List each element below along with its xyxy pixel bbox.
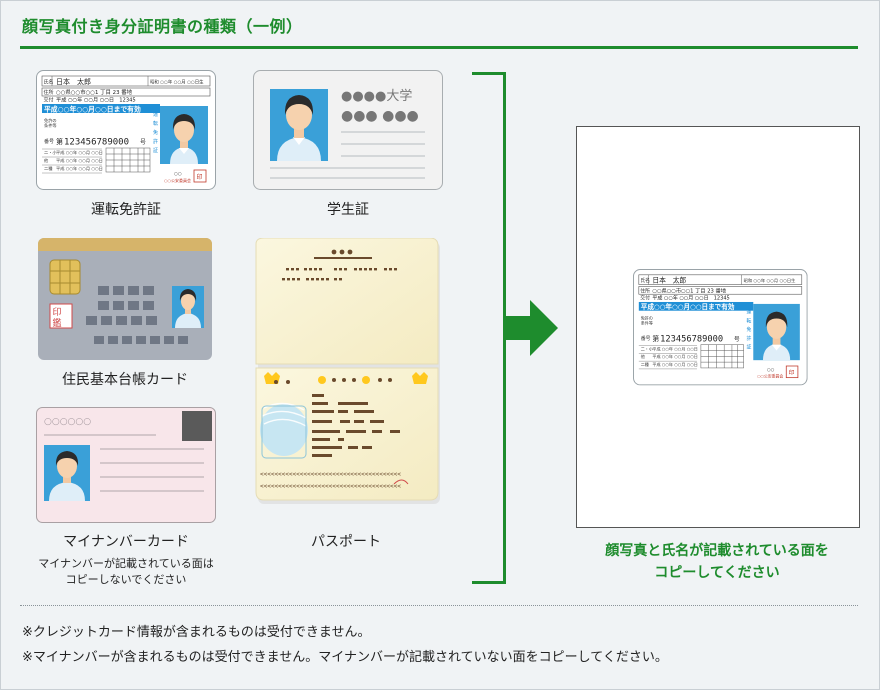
passport-label: パスポート — [311, 534, 381, 550]
student-univ: ●●●●大学 — [341, 88, 412, 104]
license-seal: 印 — [197, 174, 203, 181]
license-issuer: ○○公安委員会 — [164, 177, 191, 183]
mynumber-circles: ○○○○○○ — [44, 417, 91, 427]
juki-card-label: 住民基本台帳カード — [62, 372, 188, 388]
svg-text:証: 証 — [746, 344, 751, 351]
passport-mrz-1: <<<<<<<<<<<<<<<<<<<<<<<<<<<<<<<<<<<<<<< — [260, 471, 401, 478]
juki-seal: 印 — [53, 306, 62, 318]
sample-license-card: 氏名 日本 太郎 昭和 ○○年 ○○月 ○○日生 住所 ○○県○○市○○1 丁目… — [633, 269, 808, 386]
svg-text:平成 ○○年 ○○月 ○○日: 平成 ○○年 ○○月 ○○日 — [56, 157, 103, 164]
mynumber-card-label: マイナンバーカード — [63, 534, 189, 550]
student-id-label: 学生証 — [327, 202, 369, 218]
svg-text:二種: 二種 — [44, 165, 53, 172]
svg-text:平成 ○○年 ○○月 ○○日: 平成 ○○年 ○○月 ○○日 — [652, 353, 697, 359]
svg-text:運: 運 — [153, 112, 158, 118]
svg-text:平成 ○○年 ○○月 ○○日: 平成 ○○年 ○○月 ○○日 — [56, 149, 103, 156]
license-name-tag: 氏名 — [640, 277, 650, 284]
license-expiry: 平成○○年○○月○○日まで有効 — [641, 302, 735, 311]
selection-bracket — [472, 72, 506, 584]
svg-text:二・小: 二・小 — [641, 345, 653, 351]
license-address: ○○県○○市○○1 丁目 23 番地 — [652, 286, 726, 294]
mynumber-card: ○○○○○○ — [36, 407, 216, 523]
svg-text:番号: 番号 — [44, 138, 54, 145]
svg-text:平成 ○○年 ○○月 ○○日: 平成 ○○年 ○○月 ○○日 — [652, 345, 697, 351]
svg-text:許: 許 — [153, 138, 158, 145]
drivers-license-card: 氏名 日本 太郎 昭和 ○○年 ○○月 ○○日生 住所 ○○県○○市○○1 丁目… — [36, 70, 216, 190]
drivers-license-label: 運転免許証 — [91, 202, 161, 218]
license-issue-tag: 交付 — [640, 295, 650, 302]
svg-text:条件等: 条件等 — [44, 122, 57, 129]
right-arrow-icon — [504, 300, 558, 356]
copy-instruction: 顔写真と氏名が記載されている面を コピーしてください — [605, 543, 829, 581]
svg-text:番号: 番号 — [641, 335, 651, 342]
svg-text:条件等: 条件等 — [641, 319, 653, 325]
license-number-prefix: 第 — [56, 137, 63, 146]
footnote-divider — [20, 605, 858, 606]
license-name: 日本 太郎 — [56, 77, 91, 86]
license-issue: 平成 ○○年 ○○月 ○○日 12345 — [652, 295, 729, 302]
license-name: 日本 太郎 — [652, 276, 686, 285]
svg-text:転: 転 — [746, 318, 751, 324]
license-name-tag: 氏名 — [44, 79, 54, 86]
footnote-mynumber: ※マイナンバーが含まれるものは受付できません。マイナンバーが記載されていない面を… — [22, 650, 668, 665]
license-number-prefix: 第 — [652, 334, 659, 343]
svg-text:平成 ○○年 ○○月 ○○日: 平成 ○○年 ○○月 ○○日 — [652, 361, 697, 367]
license-expiry: 平成○○年○○月○○日まで有効 — [44, 104, 141, 113]
svg-text:他: 他 — [641, 353, 645, 359]
title-divider — [20, 46, 858, 49]
svg-text:平成 ○○年 ○○月 ○○日: 平成 ○○年 ○○月 ○○日 — [56, 165, 103, 172]
svg-text:○○: ○○ — [767, 368, 775, 373]
svg-text:証: 証 — [153, 147, 158, 154]
svg-text:免: 免 — [153, 129, 158, 136]
svg-text:許: 許 — [746, 335, 751, 342]
license-seal: 印 — [789, 370, 795, 377]
license-address: ○○県○○市○○1 丁目 23 番地 — [56, 88, 133, 96]
mynumber-note: マイナンバーが記載されている面は コピーしないでください — [38, 557, 214, 586]
svg-text:免: 免 — [746, 326, 751, 333]
license-number-suffix: 号 — [734, 336, 740, 343]
license-birth: 昭和 ○○年 ○○月 ○○日生 — [744, 277, 797, 284]
license-birth: 昭和 ○○年 ○○月 ○○日生 — [150, 79, 204, 86]
student-id-card: ●●●●大学 ●●● ●●● — [253, 70, 443, 190]
license-number: 123456789000 — [64, 138, 129, 148]
svg-text:二種: 二種 — [641, 361, 649, 367]
copy-sample-box: 氏名 日本 太郎 昭和 ○○年 ○○月 ○○日生 住所 ○○県○○市○○1 丁目… — [576, 126, 860, 528]
page-title: 顔写真付き身分証明書の種類（一例） — [22, 17, 303, 36]
svg-text:転: 転 — [153, 121, 158, 127]
passport-mrz-2: <<<<<<<<<<<<<<<<<<<<<<<<<<<<<<<<<<<<<<< — [260, 483, 401, 490]
svg-text:○○: ○○ — [174, 172, 182, 177]
footnote-credit-card: ※クレジットカード情報が含まれるものは受付できません。 — [22, 625, 371, 640]
license-number: 123456789000 — [660, 334, 723, 344]
juki-card: 印 鑑 — [38, 238, 212, 360]
license-address-tag: 住所 — [44, 89, 54, 96]
student-name: ●●● ●●● — [341, 108, 419, 124]
svg-text:運: 運 — [746, 310, 751, 316]
passport: <<<<<<<<<<<<<<<<<<<<<<<<<<<<<<<<<<<<<<< … — [254, 238, 442, 506]
license-number-suffix: 号 — [140, 139, 146, 146]
license-address-tag: 住所 — [640, 287, 650, 294]
svg-text:鑑: 鑑 — [53, 317, 62, 329]
license-issue-tag: 交付 — [44, 97, 54, 104]
license-issue: 平成 ○○年 ○○月 ○○日 12345 — [56, 96, 136, 104]
license-issuer: ○○公安委員会 — [757, 374, 783, 379]
